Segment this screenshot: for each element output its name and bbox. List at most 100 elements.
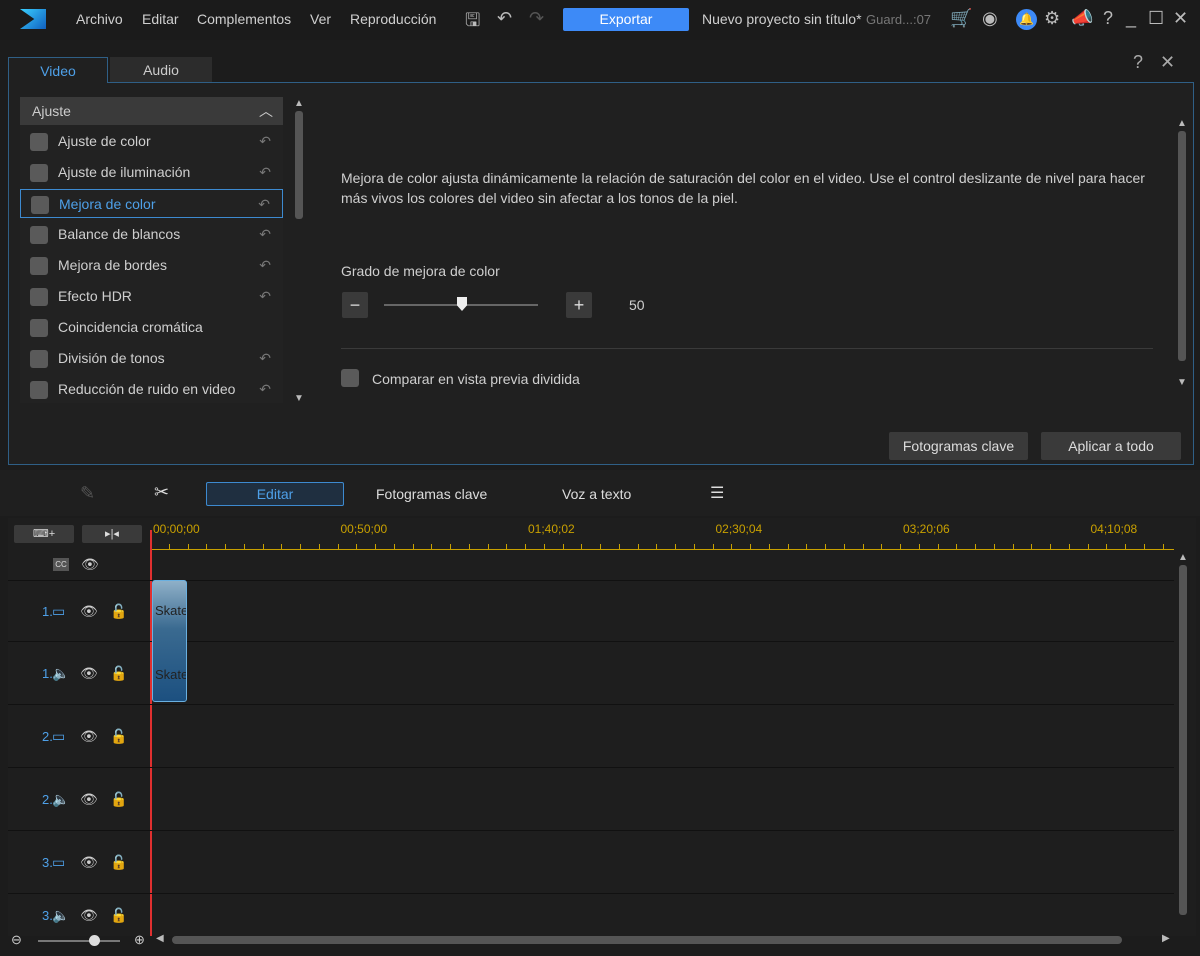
reset-icon[interactable]: ↶ xyxy=(259,251,271,280)
reset-icon[interactable]: ↶ xyxy=(259,375,271,404)
account-icon[interactable]: ◉ xyxy=(982,8,998,29)
eye-icon[interactable]: 👁 xyxy=(80,791,98,808)
video-clip[interactable]: Skate Skate xyxy=(152,580,187,702)
timeline-vscrollbar[interactable]: ▲ xyxy=(1178,552,1188,932)
voice-to-text-button[interactable]: Voz a texto xyxy=(562,486,631,502)
ruler-tick xyxy=(1125,544,1126,549)
eye-icon[interactable]: 👁 xyxy=(80,665,98,682)
unlock-icon[interactable]: 🔓 xyxy=(110,603,127,620)
subtitle-list-icon[interactable]: ☰ xyxy=(710,483,724,503)
maximize-icon[interactable]: ☐ xyxy=(1148,8,1164,29)
tab-audio[interactable]: Audio xyxy=(110,57,212,83)
list-item[interactable]: Ajuste de color ↶ xyxy=(20,127,283,156)
list-item[interactable]: Coincidencia cromática xyxy=(20,313,283,342)
checkbox[interactable] xyxy=(31,196,49,214)
tab-video[interactable]: Video xyxy=(8,57,108,83)
zoom-in-icon[interactable]: ⊕ xyxy=(134,932,145,948)
unlock-icon[interactable]: 🔓 xyxy=(110,907,127,924)
list-item[interactable]: Ajuste de iluminación ↶ xyxy=(20,158,283,187)
reset-icon[interactable]: ↶ xyxy=(259,220,271,249)
eye-icon[interactable]: 👁 xyxy=(80,907,98,924)
eye-icon[interactable]: 👁 xyxy=(81,556,99,573)
close-window-icon[interactable]: ✕ xyxy=(1173,8,1188,29)
decrease-button[interactable]: − xyxy=(342,292,368,318)
item-label: Balance de blancos xyxy=(58,226,181,242)
eye-icon[interactable]: 👁 xyxy=(80,728,98,745)
compare-checkbox[interactable] xyxy=(341,369,359,387)
scroll-right-icon[interactable]: ▶ xyxy=(1162,933,1170,944)
menu-reproduccion[interactable]: Reproducción xyxy=(350,11,436,27)
title-bar: Archivo Editar Complementos Ver Reproduc… xyxy=(0,0,1200,40)
unlock-icon[interactable]: 🔓 xyxy=(110,665,127,682)
scroll-left-icon[interactable]: ◀ xyxy=(156,933,164,944)
checkbox[interactable] xyxy=(30,350,48,368)
keyframes-button[interactable]: Fotogramas clave xyxy=(889,432,1028,460)
save-icon[interactable]: 🖫 xyxy=(465,8,480,38)
menu-complementos[interactable]: Complementos xyxy=(197,11,291,27)
apply-all-button[interactable]: Aplicar a todo xyxy=(1041,432,1181,460)
description-scrollbar[interactable]: ▲ ▼ xyxy=(1177,118,1187,388)
unlock-icon[interactable]: 🔓 xyxy=(110,791,127,808)
pen-icon[interactable]: ✎ xyxy=(80,483,95,504)
settings-gear-icon[interactable]: ⚙ xyxy=(1044,8,1060,29)
track-audio[interactable]: 2. 🔈 👁 🔓 xyxy=(8,767,1174,830)
ruler-tick xyxy=(337,544,339,549)
reset-icon[interactable]: ↶ xyxy=(259,158,271,187)
track-audio[interactable]: 3. 🔈 👁 🔓 xyxy=(8,893,1174,936)
cart-icon[interactable]: 🛒 xyxy=(950,8,972,29)
reset-icon[interactable]: ↶ xyxy=(259,127,271,156)
add-track-button[interactable]: ⌨+ xyxy=(14,525,74,543)
undo-icon[interactable]: ↶ xyxy=(497,8,512,29)
checkbox[interactable] xyxy=(30,257,48,275)
redo-icon[interactable]: ↷ xyxy=(529,8,544,29)
notification-bell-icon[interactable]: 🔔 xyxy=(1016,9,1037,30)
checkbox[interactable] xyxy=(30,319,48,337)
eye-icon[interactable]: 👁 xyxy=(80,854,98,871)
increase-button[interactable]: + xyxy=(566,292,592,318)
unlock-icon[interactable]: 🔓 xyxy=(110,728,127,745)
reset-icon[interactable]: ↶ xyxy=(259,282,271,311)
list-item[interactable]: Efecto HDR ↶ xyxy=(20,282,283,311)
time-ruler[interactable] xyxy=(150,549,1174,550)
section-header[interactable]: Ajuste ︿ xyxy=(20,97,283,125)
checkbox[interactable] xyxy=(30,288,48,306)
list-scrollbar[interactable]: ▲ ▼ xyxy=(294,98,304,404)
close-panel-icon[interactable]: ✕ xyxy=(1160,52,1175,73)
zoom-slider[interactable] xyxy=(38,940,120,942)
checkbox[interactable] xyxy=(30,133,48,151)
keyframes-tool-button[interactable]: Fotogramas clave xyxy=(376,486,487,502)
list-item[interactable]: División de tonos ↶ xyxy=(20,344,283,373)
reset-icon[interactable]: ↶ xyxy=(259,344,271,373)
zoom-slider-thumb[interactable] xyxy=(89,935,100,946)
checkbox[interactable] xyxy=(30,381,48,399)
eye-icon[interactable]: 👁 xyxy=(80,603,98,620)
list-item[interactable]: Mejora de color ↶ xyxy=(20,189,283,218)
zoom-out-icon[interactable]: ⊖ xyxy=(11,932,22,948)
tick-label: 04;10;08 xyxy=(1090,522,1138,536)
menu-ver[interactable]: Ver xyxy=(310,11,331,27)
reset-icon[interactable]: ↶ xyxy=(258,190,270,219)
captions-icon: CC xyxy=(53,558,69,571)
fit-timeline-button[interactable]: ▸|◂ xyxy=(82,525,142,543)
help-icon[interactable]: ? xyxy=(1103,8,1113,29)
list-item[interactable]: Reducción de ruido en video ↶ xyxy=(20,375,283,404)
item-label: Coincidencia cromática xyxy=(58,319,203,335)
track-video[interactable]: 2. ▭ 👁 🔓 xyxy=(8,704,1174,767)
checkbox[interactable] xyxy=(30,164,48,182)
track-video[interactable]: 3. ▭ 👁 🔓 xyxy=(8,830,1174,893)
list-item[interactable]: Balance de blancos ↶ xyxy=(20,220,283,249)
edit-button[interactable]: Editar xyxy=(206,482,344,506)
scissors-icon[interactable]: ✂ xyxy=(154,482,169,503)
unlock-icon[interactable]: 🔓 xyxy=(110,854,127,871)
ruler-tick xyxy=(1106,544,1108,549)
timeline-hscrollbar[interactable] xyxy=(172,936,1122,944)
checkbox[interactable] xyxy=(30,226,48,244)
export-button[interactable]: Exportar xyxy=(563,8,689,31)
list-item[interactable]: Mejora de bordes ↶ xyxy=(20,251,283,280)
ruler-tick xyxy=(1143,544,1145,549)
minimize-icon[interactable]: _ xyxy=(1126,8,1136,29)
menu-editar[interactable]: Editar xyxy=(142,11,179,27)
help-icon[interactable]: ? xyxy=(1133,52,1143,73)
megaphone-icon[interactable]: 📣 xyxy=(1071,8,1093,29)
menu-archivo[interactable]: Archivo xyxy=(76,11,123,27)
